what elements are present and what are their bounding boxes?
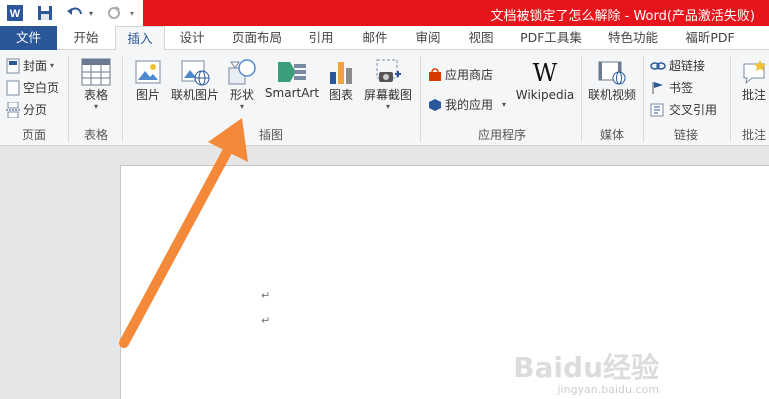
- word-window: W ▾ ▾ 文档被锁定了怎么解除 - Word(产品激活失败) 文件 开始 插入…: [0, 0, 769, 399]
- annotation-arrow: [119, 118, 248, 348]
